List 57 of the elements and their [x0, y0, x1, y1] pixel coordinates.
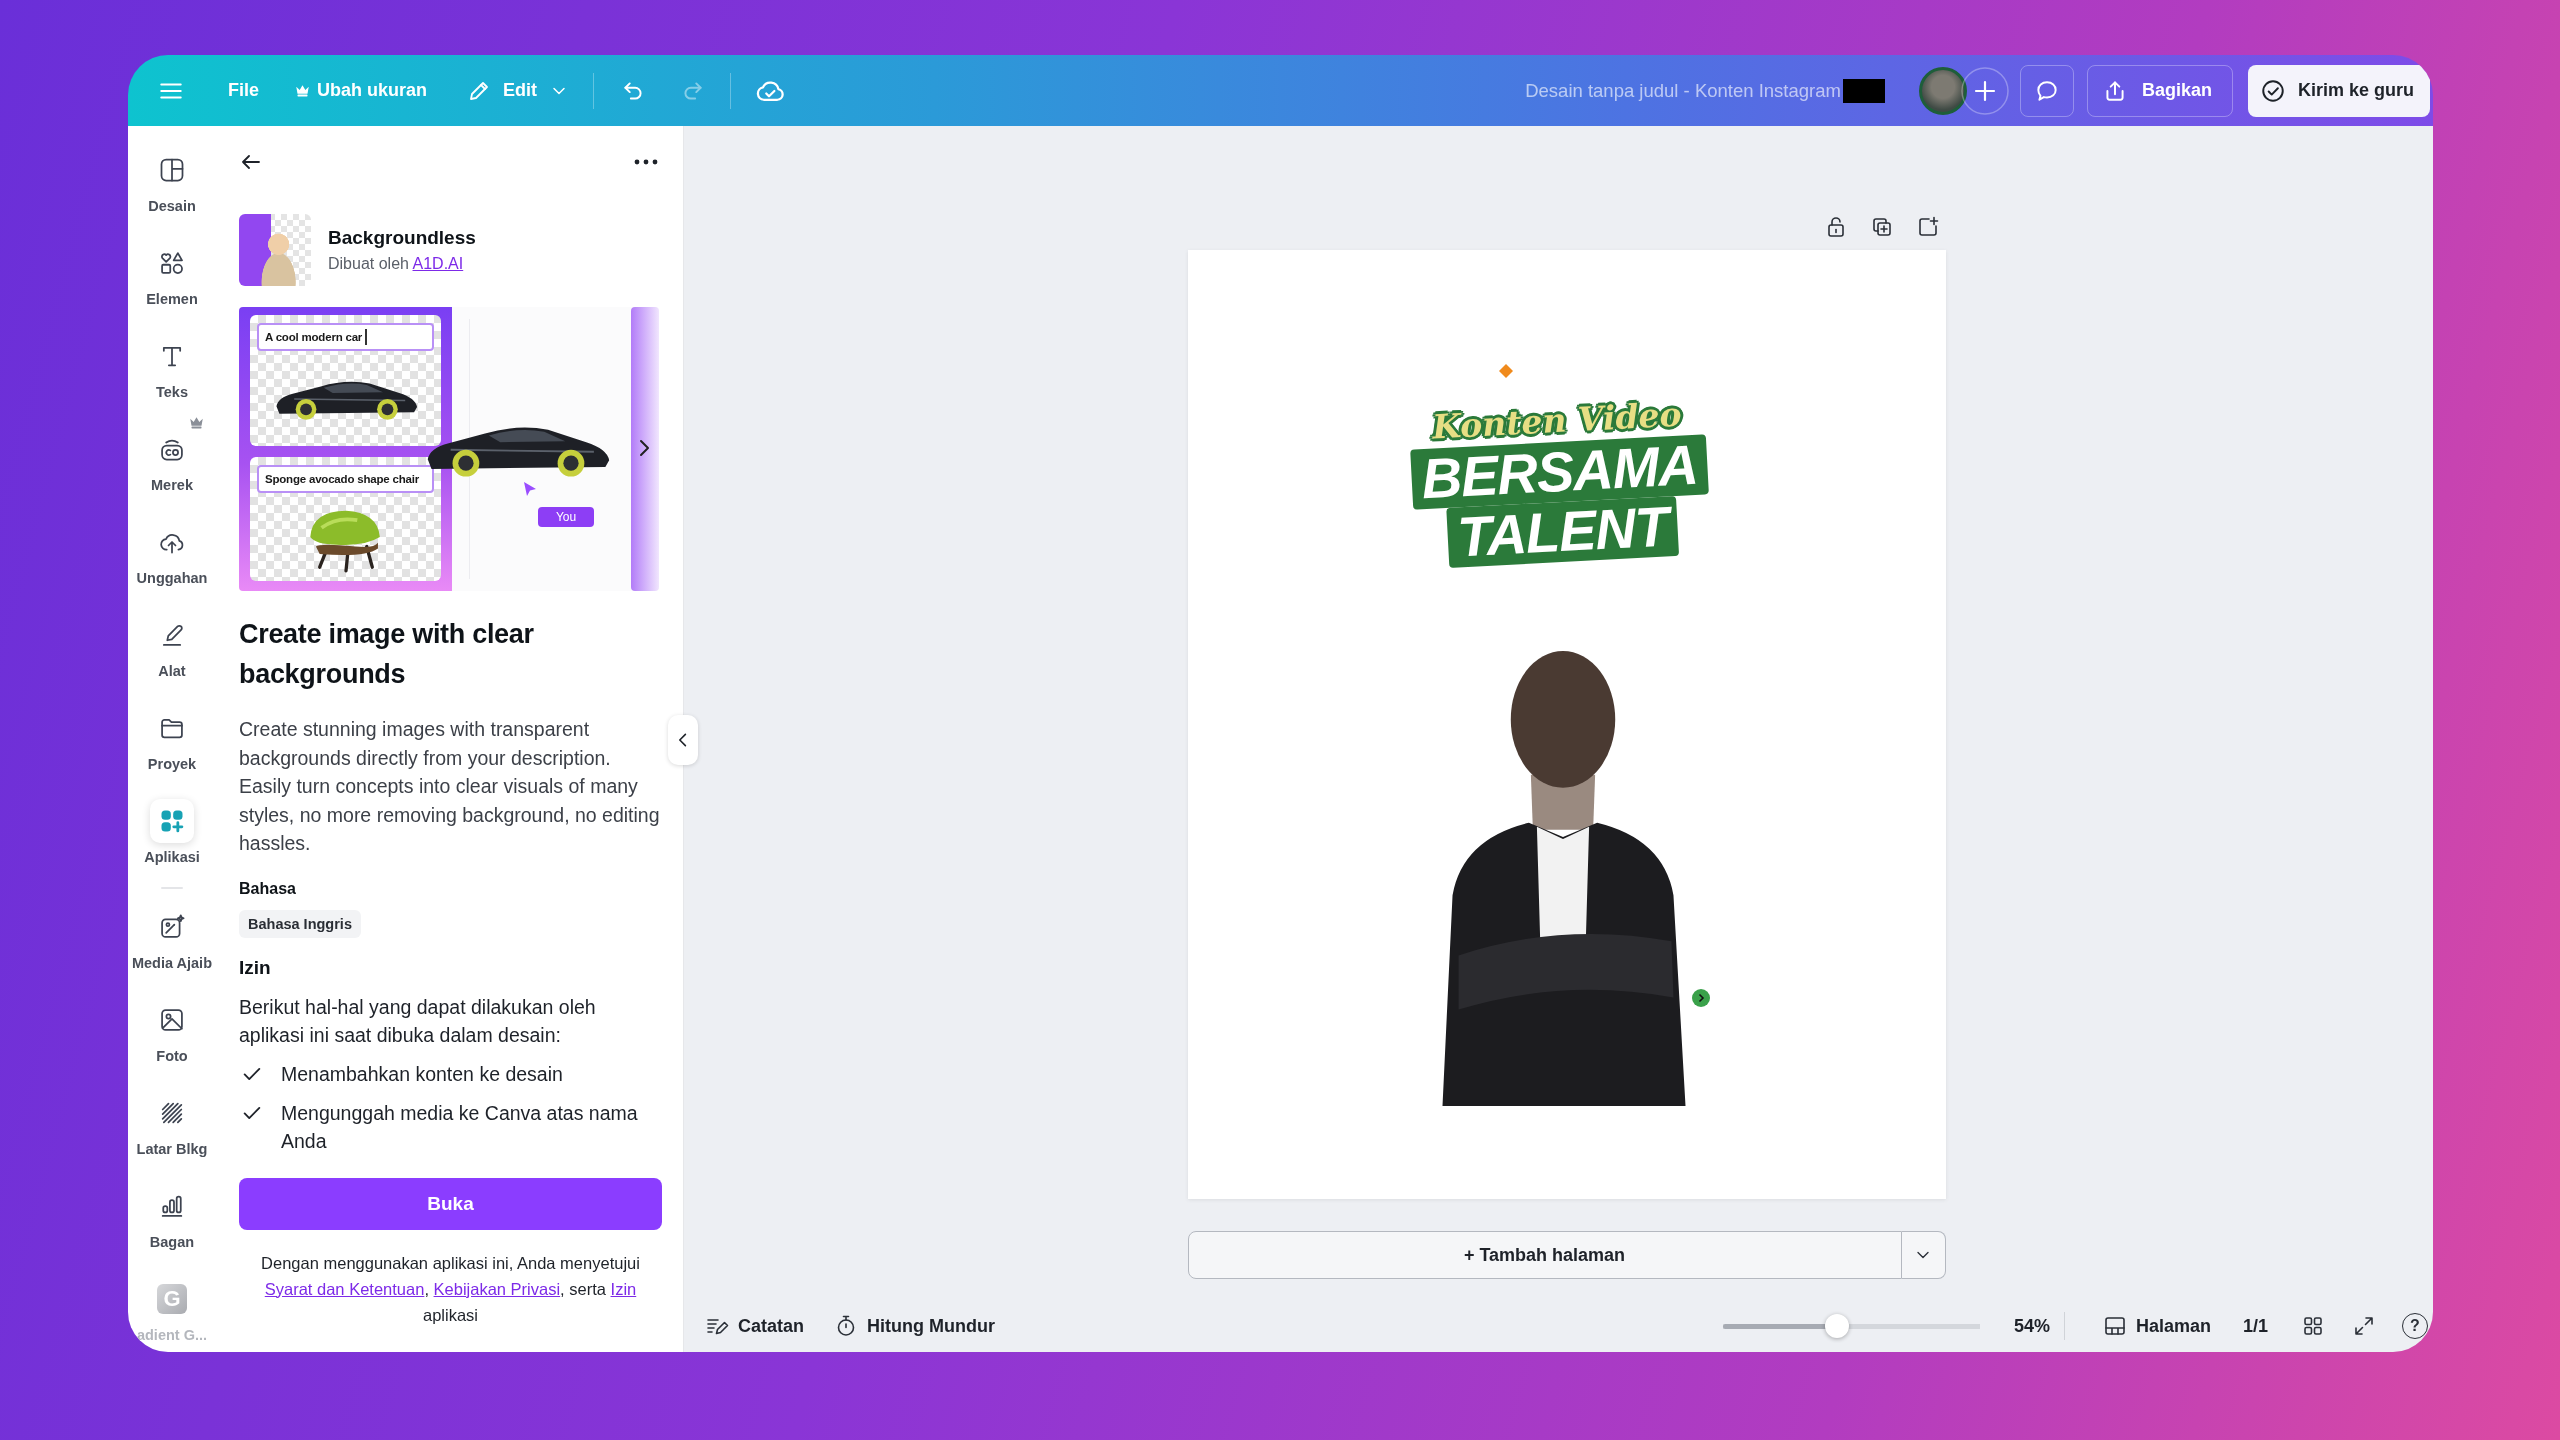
plus-icon[interactable]	[1960, 66, 2009, 115]
app-name: Backgroundless	[328, 227, 476, 249]
sidebar-item[interactable]: Merek	[128, 416, 216, 509]
app-logo: G	[157, 1284, 187, 1314]
apps-icon	[150, 799, 194, 843]
grid-view-icon[interactable]	[2301, 1314, 2325, 1338]
permissions-label: Izin	[239, 955, 271, 980]
sidebar-item[interactable]: Alat	[128, 602, 216, 695]
zoom-percentage[interactable]: 54%	[2013, 1315, 2050, 1337]
slider-thumb[interactable]	[1825, 1314, 1850, 1338]
submit-button[interactable]: Kirim ke guru	[2247, 64, 2430, 117]
redaction-block	[1842, 78, 1885, 103]
timer-button[interactable]: Hitung Mundur	[834, 1306, 995, 1346]
consent-link[interactable]: Izin	[610, 1279, 637, 1298]
fullscreen-icon[interactable]	[2352, 1314, 2376, 1338]
prompt-field: A cool modern car	[257, 323, 434, 351]
sidebar-item[interactable]: Unggahan	[128, 509, 216, 602]
page-layout-icon	[2102, 1314, 2127, 1338]
sidebar-item[interactable]: Media Ajaib	[128, 894, 216, 987]
add-page-button[interactable]: + Tambah halaman	[1187, 1231, 1902, 1279]
sidebar-item[interactable]: Proyek	[128, 695, 216, 788]
diamond-icon	[1498, 364, 1513, 378]
creator-link[interactable]: A1D.AI	[412, 255, 464, 272]
consent-link[interactable]: Kebijakan Privasi	[433, 1279, 561, 1298]
share-button[interactable]: Bagikan	[2086, 64, 2233, 117]
sidebar-item[interactable]: Bagan	[128, 1173, 216, 1266]
chevron-left-icon	[678, 732, 688, 748]
cursor-name-tag: You	[538, 507, 594, 527]
permissions-intro: Berikut hal-hal yang dapat dilakukan oleh aplikasi ini saat dibuka dalam desain:	[239, 994, 597, 1048]
prompt-field: Sponge avocado shape chair	[257, 465, 434, 493]
language-tag: Bahasa Inggris	[239, 909, 361, 938]
sidebar-item[interactable]: Latar Blkg	[128, 1080, 216, 1173]
sidebar-item[interactable]: Elemen	[128, 230, 216, 323]
creator-line: Dibuat oleh A1D.AI	[328, 255, 465, 273]
consent-text: Dengan menggunakan aplikasi ini, Anda menyetujui Syarat dan Ketentuan, Kebijakan Privasi, serta Izin aplikasi	[260, 1252, 641, 1326]
check-circle-icon	[2259, 77, 2286, 104]
consent-link[interactable]: Syarat dan Ketentuan	[264, 1279, 425, 1298]
permission-item: Mengunggah media ke Canva atas nama Anda	[281, 1100, 639, 1154]
notes-button[interactable]: Catatan	[705, 1306, 804, 1346]
sidebar-item[interactable]: Teks	[128, 323, 216, 416]
sidebar-item[interactable]: Foto	[128, 987, 216, 1080]
text-cursor	[365, 329, 367, 345]
comment-button[interactable]	[2019, 64, 2074, 117]
chevron-right-icon[interactable]	[638, 438, 650, 458]
pages-button[interactable]: Halaman	[2102, 1306, 2211, 1346]
more-options-icon[interactable]	[634, 158, 658, 166]
permission-item: Menambahkan konten ke desain	[281, 1061, 563, 1087]
page-count: 1/1	[2242, 1315, 2268, 1337]
app-thumbnail	[239, 214, 311, 286]
app-description: Create stunning images with transparent backgrounds directly from your description. Easily turn concepts into clear visuals of many styles, no more removing background, no editing hassles.	[239, 717, 661, 856]
sidebar-item[interactable]: Aplikasi	[128, 788, 216, 881]
sidebar-item[interactable]: Desain	[128, 137, 216, 230]
chevron-circle-icon[interactable]	[1691, 989, 1710, 1007]
app-heading: Create image with clear backgrounds	[239, 618, 535, 691]
language-label: Bahasa	[239, 878, 296, 899]
open-button[interactable]: Buka	[239, 1177, 662, 1230]
cursor-icon	[523, 481, 537, 497]
